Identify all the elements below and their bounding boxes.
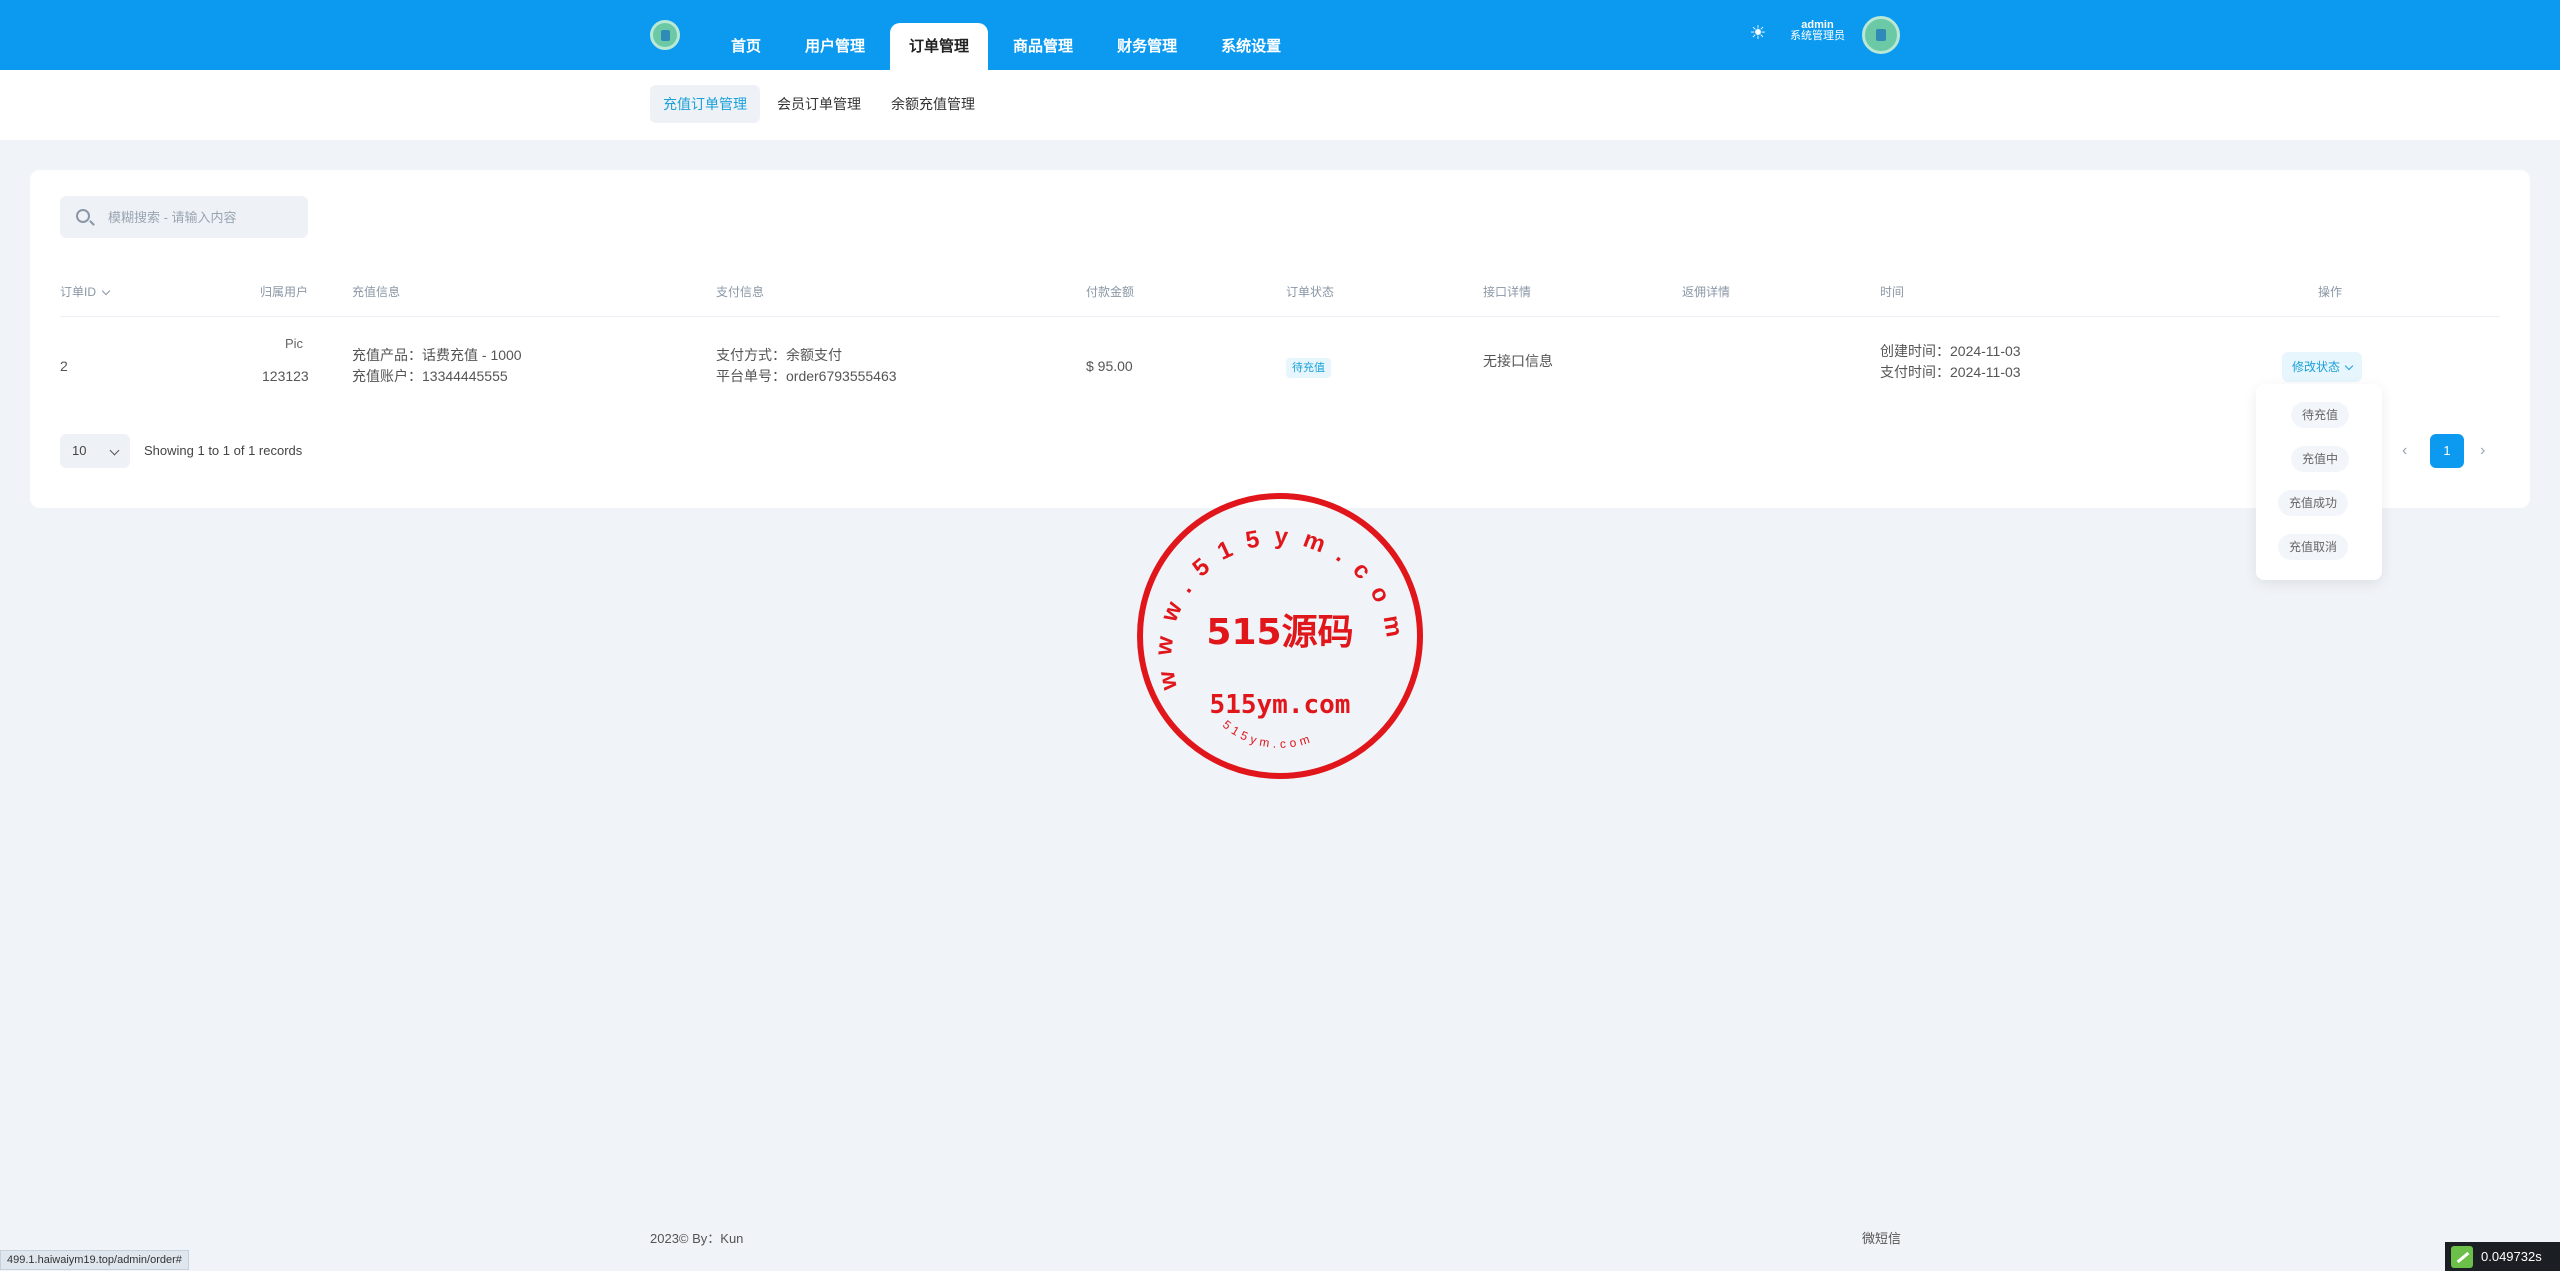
cell-created-time: 创建时间：2024-11-03 xyxy=(1880,343,2021,359)
col-header-status: 订单状态 xyxy=(1286,285,1335,299)
user-pic: Pic xyxy=(268,336,320,352)
page-size-select[interactable]: 10 xyxy=(60,434,130,468)
user-pic-alt: Pic xyxy=(284,336,304,351)
footer-copyright: 2023© By：Kun xyxy=(650,1231,744,1246)
dropdown-option-success[interactable]: 充值成功 xyxy=(2278,490,2349,516)
prev-page-button[interactable]: ‹ xyxy=(2402,442,2407,460)
search-icon xyxy=(76,209,90,223)
sub-nav: 充值订单管理 会员订单管理 余额充值管理 xyxy=(0,70,2560,140)
logo-icon[interactable] xyxy=(650,20,680,50)
sort-chevron-icon xyxy=(102,286,111,296)
change-status-button[interactable]: 修改状态 xyxy=(2282,352,2363,382)
subnav-item-balance-recharge[interactable]: 余额充值管理 xyxy=(878,85,988,123)
nav-item-orders[interactable]: 订单管理 xyxy=(890,23,989,70)
next-page-button[interactable]: › xyxy=(2480,442,2485,460)
orders-card: 订单ID 归属用户 充值信息 支付信息 付款金额 订单状态 接口详情 返佣详情 … xyxy=(30,170,2530,508)
status-badge: 待充值 xyxy=(1286,358,1331,378)
footer-right-text: 微短信 xyxy=(1862,1231,1902,1246)
col-header-order-id[interactable]: 订单ID xyxy=(60,283,111,300)
stamp-center-text: 515源码 xyxy=(1206,612,1353,653)
stamp-domain-text: 515ym.com xyxy=(1210,690,1351,720)
search-input[interactable] xyxy=(108,196,298,238)
search-box xyxy=(60,196,308,238)
col-header-api: 接口详情 xyxy=(1483,285,1532,299)
col-header-amount: 付款金额 xyxy=(1086,285,1135,299)
cell-order-id: 2 xyxy=(60,358,68,374)
watermark-stamp: www.515ym.com 515源码 515ym.com 515ym.com xyxy=(1137,493,1423,779)
top-bar: 首页 用户管理 订单管理 商品管理 财务管理 系统设置 ☀ admin 系统管理… xyxy=(0,0,2560,70)
nav-item-home[interactable]: 首页 xyxy=(712,23,780,70)
cell-recharge-product: 充值产品：话费充值 - 1000 xyxy=(352,347,522,363)
status-dropdown-menu: 待充值 充值中 充值成功 充值取消 xyxy=(2256,384,2382,580)
cell-user: 123123 xyxy=(262,368,309,384)
render-timer: 0.049732s xyxy=(2445,1242,2560,1271)
nav-item-settings[interactable]: 系统设置 xyxy=(1202,23,1300,70)
col-header-time: 时间 xyxy=(1880,285,1905,299)
stamp-bottom-text: 515ym.com xyxy=(1220,717,1315,751)
browser-status-url: 499.1.haiwaiym19.top/admin/order# xyxy=(0,1250,189,1270)
theme-toggle-sun-icon[interactable]: ☀ xyxy=(1748,24,1768,44)
col-header-payment: 支付信息 xyxy=(716,285,765,299)
dropdown-option-cancel[interactable]: 充值取消 xyxy=(2278,534,2349,560)
col-header-user: 归属用户 xyxy=(260,285,309,299)
dropdown-option-pending[interactable]: 待充值 xyxy=(2291,402,2350,428)
subnav-item-recharge-orders[interactable]: 充值订单管理 xyxy=(650,85,760,123)
cell-recharge-account: 充值账户：13344445555 xyxy=(352,368,508,384)
col-header-feedback: 返佣详情 xyxy=(1682,285,1731,299)
col-header-recharge: 充值信息 xyxy=(352,285,401,299)
page-button-current[interactable]: 1 xyxy=(2430,434,2464,468)
chevron-down-icon xyxy=(109,445,120,456)
avatar[interactable] xyxy=(1862,16,1900,54)
nav-item-finance[interactable]: 财务管理 xyxy=(1098,23,1196,70)
subnav-item-member-orders[interactable]: 会员订单管理 xyxy=(764,85,874,123)
stamp-ring-text: www.515ym.com xyxy=(1150,523,1410,693)
cell-paid-time: 支付时间：2024-11-03 xyxy=(1880,364,2021,380)
main-nav: 首页 用户管理 订单管理 商品管理 财务管理 系统设置 xyxy=(712,23,1306,70)
chevron-down-icon xyxy=(2345,361,2354,371)
cell-api: 无接口信息 xyxy=(1483,353,1553,369)
timer-icon xyxy=(2451,1246,2473,1268)
col-header-action: 操作 xyxy=(2318,285,2343,299)
records-summary: Showing 1 to 1 of 1 records xyxy=(144,443,303,458)
cell-pay-method: 支付方式：余额支付 xyxy=(716,347,842,363)
nav-item-products[interactable]: 商品管理 xyxy=(994,23,1092,70)
cell-pay-order: 平台单号：order6793555463 xyxy=(716,368,897,384)
user-info[interactable]: admin 系统管理员 xyxy=(1790,20,1845,42)
cell-amount: $ 95.00 xyxy=(1086,358,1133,374)
header-divider xyxy=(60,316,2500,317)
dropdown-option-processing[interactable]: 充值中 xyxy=(2291,446,2350,472)
user-role: 系统管理员 xyxy=(1790,30,1845,42)
nav-item-users[interactable]: 用户管理 xyxy=(786,23,884,70)
